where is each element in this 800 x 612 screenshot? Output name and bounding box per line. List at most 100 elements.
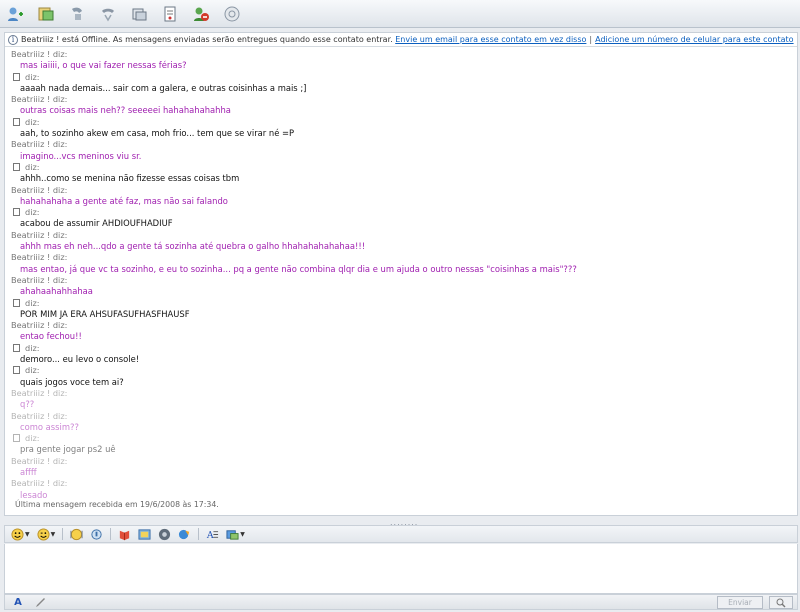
handwriting-mode-tab[interactable]	[31, 595, 49, 609]
search-icon	[776, 598, 786, 607]
sender-label: Beatriiiz ! diz:	[11, 455, 68, 466]
video-call-button[interactable]	[66, 3, 88, 25]
video-call-icon	[72, 7, 82, 20]
wink-button[interactable]: ▼	[37, 527, 55, 541]
sender-label: Beatriiiz ! diz:	[11, 478, 68, 489]
message-text: affff	[20, 466, 37, 477]
sender-label: diz:	[25, 342, 40, 353]
message-text: mas entao, já que vc ta sozinho, e eu to…	[20, 263, 577, 274]
add-mobile-link[interactable]: Adicione um número de celular para este …	[595, 35, 793, 44]
sender-label: diz:	[25, 433, 40, 444]
search-button[interactable]	[769, 596, 793, 609]
display-picture-icon	[159, 528, 171, 540]
message-sender: Beatriiiz ! diz:	[11, 275, 797, 286]
sender-label: Beatriiiz ! diz:	[11, 252, 68, 263]
emoticon-icon	[11, 527, 24, 541]
message-text: ahahaahahhahaa	[20, 286, 93, 297]
sender-label: Beatriiiz ! diz:	[11, 410, 68, 421]
sender-label: Beatriiiz ! diz:	[11, 274, 68, 285]
message-sender: Beatriiiz ! diz:	[11, 388, 797, 399]
nudge-button[interactable]	[70, 527, 83, 541]
message-sender: Beatriiiz ! diz:	[11, 320, 797, 331]
svg-text:A: A	[206, 530, 214, 541]
background-button[interactable]	[138, 527, 151, 541]
offline-info-bar: i Beatriiiz ! está Offline. As mensagens…	[5, 33, 797, 47]
font-button[interactable]: A	[206, 527, 219, 541]
winks-menu-icon	[120, 530, 130, 540]
missing-glyph-icon	[13, 434, 20, 443]
pen-icon	[35, 597, 45, 607]
conversation-history[interactable]: i Beatriiiz ! está Offline. As mensagens…	[4, 32, 798, 516]
voice-call-icon	[102, 8, 114, 21]
message-sender: diz:	[11, 365, 797, 376]
message-text: outras coisas mais neh?? seeeeei hahahah…	[20, 105, 231, 116]
format-toolbar: ▼ ▼ A ▼	[4, 525, 798, 543]
send-files-icon	[226, 529, 239, 540]
sender-label: Beatriiiz ! diz:	[11, 320, 68, 331]
toolbar-divider	[110, 528, 112, 540]
missing-glyph-icon	[13, 343, 20, 352]
missing-glyph-icon	[13, 117, 20, 126]
offline-status-text: Beatriiiz ! está Offline. As mensagens e…	[21, 35, 393, 44]
message-text: ahhh..como se menina não fizesse essas c…	[20, 173, 240, 184]
missing-glyph-icon	[13, 298, 20, 307]
display-picture-button[interactable]	[221, 3, 243, 25]
message-text: POR MIM JA ERA AHSUFASUFHASFHAUSF	[20, 308, 190, 319]
sender-label: Beatriiiz ! diz:	[11, 139, 68, 150]
keyboard-mode-tab[interactable]: A	[9, 595, 27, 609]
send-button[interactable]: Enviar	[717, 596, 763, 609]
message-sender: diz:	[11, 433, 797, 444]
missing-glyph-icon	[13, 208, 20, 217]
message-text: aaaah nada demais... sair com a galera, …	[20, 82, 307, 93]
send-files-format-button[interactable]: ▼	[226, 527, 245, 541]
message-sender: diz:	[11, 207, 797, 218]
message-text: pra gente jogar ps2 uê	[20, 444, 116, 455]
message-text: acabou de assumir AHDIOUFHADIUF	[20, 218, 173, 229]
sender-label: Beatriiiz ! diz:	[11, 184, 68, 195]
chevron-down-icon: ▼	[240, 530, 245, 538]
message-text: mas iaiiii, o que vai fazer nessas féria…	[20, 60, 187, 71]
winks-menu-button[interactable]	[118, 527, 131, 541]
last-message-status: Última mensagem recebida em 19/6/2008 às…	[15, 500, 219, 509]
missing-glyph-icon	[13, 366, 20, 375]
send-files-icon	[38, 7, 54, 20]
message-text: como assim??	[20, 421, 79, 432]
chevron-down-icon: ▼	[25, 530, 30, 538]
input-mode-bar: A Enviar	[4, 594, 798, 610]
emoticon-button[interactable]: ▼	[11, 527, 30, 541]
message-text: entao fechou!!	[20, 331, 82, 342]
message-sender: Beatriiiz ! diz:	[11, 94, 797, 105]
voice-call-button[interactable]	[97, 3, 119, 25]
toolbar-divider	[198, 528, 200, 540]
sender-label: Beatriiiz ! diz:	[11, 229, 68, 240]
message-text: hahahahaha a gente até faz, mas não sai …	[20, 195, 228, 206]
games-button[interactable]	[159, 3, 181, 25]
games-icon	[164, 6, 176, 21]
message-input[interactable]	[4, 544, 798, 594]
font-icon: A	[206, 530, 219, 541]
message-sender: diz:	[11, 162, 797, 173]
message-sender: diz:	[11, 117, 797, 128]
email-contact-link[interactable]: Envie um email para esse contato em vez …	[395, 35, 586, 44]
sender-label: Beatriiiz ! diz:	[11, 387, 68, 398]
message-sender: Beatriiiz ! diz:	[11, 230, 797, 241]
background-icon	[138, 528, 151, 540]
display-picture-button[interactable]	[158, 527, 171, 541]
message-text: imagino...vcs meninos viu sr.	[20, 150, 142, 161]
handwriting-button[interactable]	[178, 527, 191, 541]
toolbar-divider	[62, 528, 64, 540]
sender-label: diz:	[25, 161, 40, 172]
activities-button[interactable]	[128, 3, 150, 25]
block-contact-button[interactable]	[190, 3, 212, 25]
missing-glyph-icon	[13, 72, 20, 81]
link-separator: |	[589, 35, 593, 44]
invite-contact-button[interactable]	[4, 3, 26, 25]
invite-contact-icon	[8, 7, 23, 21]
sender-label: diz:	[25, 71, 40, 82]
message-sender: diz:	[11, 298, 797, 309]
sender-label: diz:	[25, 116, 40, 127]
send-files-button[interactable]	[35, 3, 57, 25]
sender-label: diz:	[25, 207, 40, 218]
message-list: Beatriiiz ! diz: mas iaiiii, o que vai fa…	[5, 47, 797, 501]
voice-clip-button[interactable]	[90, 527, 103, 541]
